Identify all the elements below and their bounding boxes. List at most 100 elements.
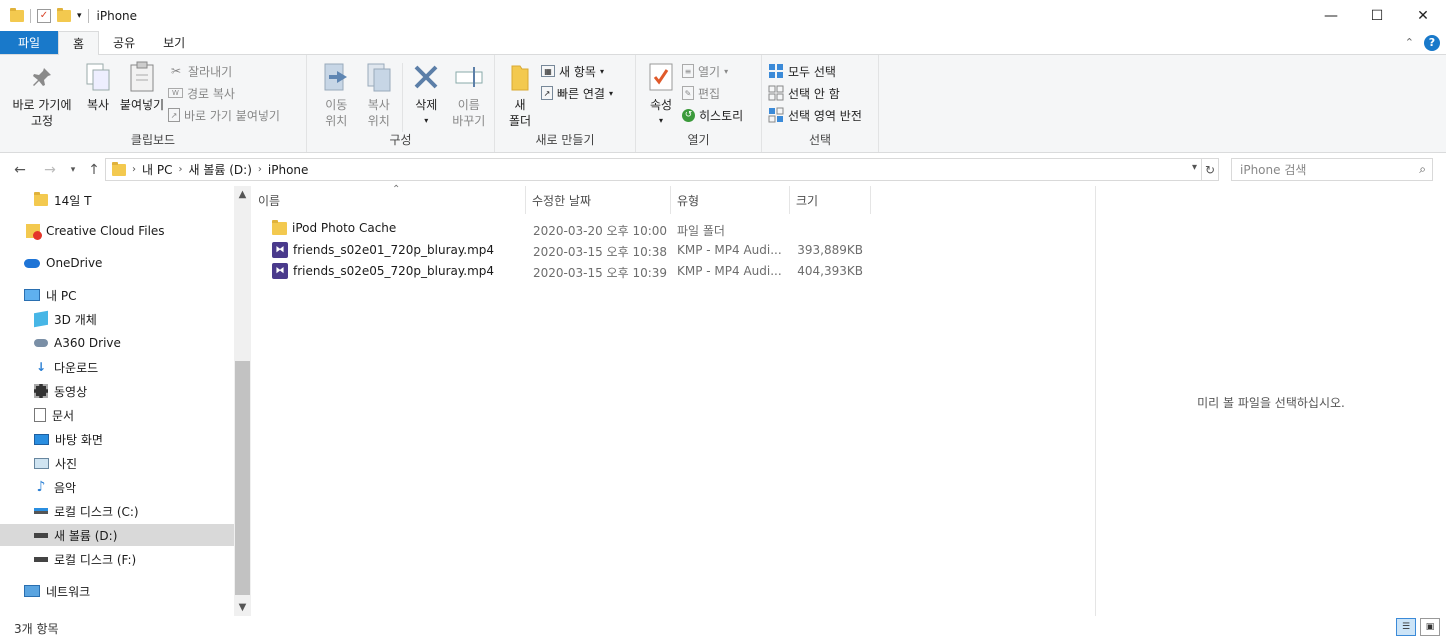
history-button[interactable]: ↺ 히스토리 bbox=[682, 105, 743, 125]
file-date: 2020-03-20 오후 10:00 bbox=[533, 224, 668, 238]
scroll-down-icon[interactable]: ▼ bbox=[234, 602, 251, 613]
forward-arrow-icon[interactable]: → bbox=[40, 162, 60, 178]
nav-item-pictures[interactable]: 사진 bbox=[34, 452, 77, 474]
nav-item-creative-cloud[interactable]: Creative Cloud Files bbox=[26, 220, 165, 242]
address-bar[interactable]: › 내 PC › 새 볼륨 (D:) › iPhone ▾ bbox=[105, 158, 1202, 181]
properties-qat-icon[interactable]: ✓ bbox=[37, 8, 51, 23]
breadcrumb-pc[interactable]: 내 PC bbox=[142, 161, 172, 178]
search-input[interactable]: iPhone 검색 ⌕ bbox=[1231, 158, 1433, 181]
cut-button[interactable]: ✂ 잘라내기 bbox=[168, 61, 280, 81]
minimize-button[interactable]: — bbox=[1308, 0, 1354, 31]
nav-item-label: 네트워크 bbox=[46, 584, 91, 599]
details-view-icon[interactable]: ☰ bbox=[1396, 618, 1416, 636]
chevron-right-icon[interactable]: › bbox=[178, 164, 182, 175]
close-button[interactable]: ✕ bbox=[1400, 0, 1446, 31]
new-item-button[interactable]: ▦ 새 항목 ▾ bbox=[541, 61, 613, 81]
file-type: KMP - MP4 Audi... bbox=[677, 264, 782, 278]
pc-icon bbox=[24, 289, 40, 301]
column-header-type[interactable]: 유형 bbox=[671, 186, 790, 214]
help-icon[interactable]: ? bbox=[1424, 34, 1440, 51]
paste-label: 붙여넣기 bbox=[119, 98, 165, 112]
invert-selection-icon bbox=[768, 107, 784, 123]
new-folder-qat-icon[interactable] bbox=[57, 7, 71, 22]
paste-shortcut-button[interactable]: ↗ 바로 가기 붙여넣기 bbox=[168, 105, 280, 125]
tab-view[interactable]: 보기 bbox=[149, 31, 199, 54]
file-type: 파일 폴더 bbox=[677, 224, 725, 238]
nav-item-desktop[interactable]: 바탕 화면 bbox=[34, 428, 103, 450]
group-open: 속성 ▾ ≡ 열기 ▾ ✎ 편집 ↺ 히스토리 열기 bbox=[636, 55, 762, 152]
chevron-down-icon: ▾ bbox=[608, 88, 613, 98]
chevron-right-icon[interactable]: › bbox=[132, 164, 136, 175]
table-row[interactable]: iPod Photo Cache 2020-03-20 오후 10:00 파일 … bbox=[272, 219, 912, 240]
kmp-video-icon: ⧓ bbox=[272, 242, 288, 258]
delete-icon bbox=[410, 61, 442, 93]
select-all-button[interactable]: 모두 선택 bbox=[768, 61, 862, 81]
download-icon: ↓ bbox=[35, 360, 47, 374]
column-header-name[interactable]: 이름 bbox=[252, 186, 526, 214]
copy-path-button[interactable]: W 경로 복사 bbox=[168, 83, 280, 103]
rename-icon bbox=[453, 61, 485, 93]
breadcrumb-volume-d[interactable]: 새 볼륨 (D:) bbox=[188, 161, 251, 178]
tab-share[interactable]: 공유 bbox=[99, 31, 149, 54]
group-label-clipboard: 클립보드 bbox=[130, 133, 176, 147]
select-all-icon bbox=[768, 63, 784, 79]
table-row[interactable]: ⧓ friends_s02e05_720p_bluray.mp4 2020-03… bbox=[272, 261, 912, 282]
folder-icon bbox=[272, 219, 287, 235]
copy-to-label: 복사 위치 bbox=[367, 98, 390, 128]
tab-file[interactable]: 파일 bbox=[0, 31, 58, 54]
nav-item-drive-f[interactable]: 로컬 디스크 (F:) bbox=[34, 548, 136, 570]
edit-label: 편집 bbox=[698, 86, 721, 101]
folder-icon bbox=[34, 192, 48, 206]
file-name-cell: iPod Photo Cache bbox=[272, 219, 397, 235]
up-arrow-icon[interactable]: ↑ bbox=[84, 162, 104, 178]
nav-item-label: 사진 bbox=[55, 456, 78, 471]
nav-item-music[interactable]: ♪ 음악 bbox=[34, 476, 77, 498]
collapse-ribbon-icon[interactable]: ⌃ bbox=[1405, 36, 1414, 49]
nav-item-label: 바탕 화면 bbox=[55, 432, 103, 447]
table-row[interactable]: ⧓ friends_s02e01_720p_bluray.mp4 2020-03… bbox=[272, 240, 912, 261]
invert-selection-button[interactable]: 선택 영역 반전 bbox=[768, 105, 862, 125]
nav-item-drive-c[interactable]: 로컬 디스크 (C:) bbox=[34, 500, 139, 522]
nav-item-documents[interactable]: 문서 bbox=[34, 404, 74, 426]
group-clipboard: 바로 가기에 고정 복사 붙여넣기 ✂ 잘라내기 W 경로 복사 ↗ 바로 가기… bbox=[0, 55, 307, 152]
column-header-size[interactable]: 크기 bbox=[790, 186, 871, 214]
nav-item-downloads[interactable]: ↓ 다운로드 bbox=[34, 356, 98, 378]
nav-item-a360-drive[interactable]: A360 Drive bbox=[34, 332, 121, 354]
onedrive-icon bbox=[24, 258, 40, 268]
open-label: 열기 bbox=[698, 64, 721, 79]
window-title: iPhone bbox=[96, 8, 138, 23]
file-name: iPod Photo Cache bbox=[292, 221, 397, 235]
refresh-button[interactable]: ↻ bbox=[1202, 158, 1219, 181]
nav-item-3d-objects[interactable]: 3D 개체 bbox=[34, 308, 97, 330]
group-label-new: 새로 만들기 bbox=[535, 133, 595, 147]
kmp-video-icon: ⧓ bbox=[272, 263, 288, 279]
nav-item-onedrive[interactable]: OneDrive bbox=[24, 252, 102, 274]
column-header-date[interactable]: 수정한 날짜 bbox=[526, 186, 671, 214]
back-arrow-icon[interactable]: ← bbox=[10, 162, 30, 178]
group-select: 모두 선택 선택 안 함 선택 영역 반전 선택 bbox=[762, 55, 879, 152]
nav-item-label: 문서 bbox=[52, 408, 75, 423]
nav-item-14il-t[interactable]: 14일 T bbox=[34, 189, 91, 211]
nav-item-this-pc[interactable]: 내 PC bbox=[24, 284, 76, 306]
nav-item-videos[interactable]: 동영상 bbox=[34, 380, 87, 402]
open-button[interactable]: ≡ 열기 ▾ bbox=[682, 61, 743, 81]
scrollbar-thumb[interactable] bbox=[235, 361, 250, 595]
rename-label: 이름 바꾸기 bbox=[452, 98, 486, 128]
nav-item-drive-d[interactable]: 새 볼륨 (D:) bbox=[0, 524, 234, 546]
easy-access-button[interactable]: ↗ 빠른 연결 ▾ bbox=[541, 83, 613, 103]
nav-scrollbar[interactable]: ▲ ▼ bbox=[234, 186, 251, 616]
scroll-up-icon[interactable]: ▲ bbox=[234, 189, 251, 200]
recent-locations-icon[interactable]: ▾ bbox=[63, 165, 83, 175]
group-label-select: 선택 bbox=[808, 133, 832, 147]
maximize-button[interactable]: ☐ bbox=[1354, 0, 1400, 31]
file-date: 2020-03-15 오후 10:39 bbox=[533, 266, 668, 280]
breadcrumb-iphone[interactable]: iPhone bbox=[268, 163, 309, 177]
chevron-down-icon[interactable]: ▾ bbox=[1192, 162, 1197, 173]
large-icons-view-icon[interactable]: ▣ bbox=[1420, 618, 1440, 636]
chevron-right-icon[interactable]: › bbox=[258, 164, 262, 175]
tab-home[interactable]: 홈 bbox=[58, 31, 100, 55]
select-none-button[interactable]: 선택 안 함 bbox=[768, 83, 862, 103]
edit-button[interactable]: ✎ 편집 bbox=[682, 83, 743, 103]
nav-item-network[interactable]: 네트워크 bbox=[24, 580, 90, 602]
customize-qat-icon[interactable]: ▾ bbox=[77, 11, 82, 21]
